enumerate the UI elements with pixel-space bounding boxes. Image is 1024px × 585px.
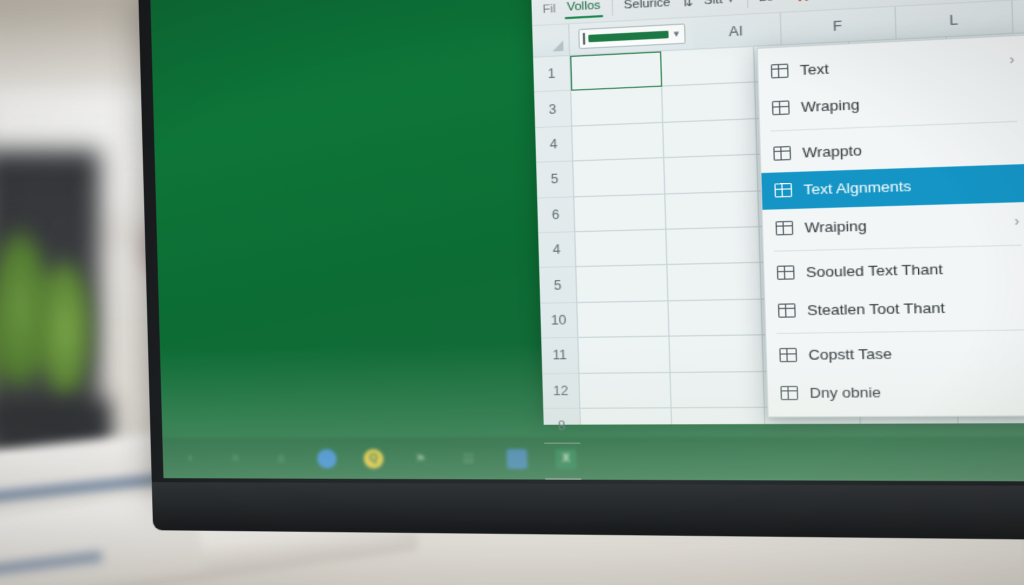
table-icon bbox=[772, 101, 790, 116]
text-cursor bbox=[583, 33, 585, 45]
table-icon bbox=[773, 146, 791, 161]
chevron-down-icon: ▼ bbox=[777, 0, 786, 2]
search-icon[interactable]: ○ bbox=[225, 449, 245, 468]
edge-browser-icon[interactable] bbox=[317, 449, 337, 468]
sitt-label: Sitt bbox=[704, 0, 723, 7]
mail-icon[interactable] bbox=[506, 448, 527, 468]
row-header[interactable]: 6 bbox=[537, 197, 574, 233]
table-icon bbox=[777, 266, 795, 280]
tab-vollos[interactable]: Vollos bbox=[567, 0, 601, 16]
menu-separator bbox=[777, 329, 1024, 334]
name-box-container: ▼ bbox=[569, 18, 692, 55]
menu-item[interactable]: Wraiping › bbox=[762, 202, 1024, 247]
clear-icon[interactable]: X bbox=[798, 0, 809, 4]
sitt-dropdown[interactable]: Sitt ▼ bbox=[704, 0, 736, 7]
size-value: 25 bbox=[759, 0, 774, 4]
menu-item-label: Wraiping bbox=[804, 217, 867, 235]
chevron-right-icon: › bbox=[1014, 214, 1019, 230]
folder-icon[interactable]: ⚑ bbox=[410, 449, 431, 469]
photo-scene: ‹ ○ ⌂ Q ⚑ ☷ X Setif ▼ bbox=[0, 0, 1024, 585]
name-box-value-bar bbox=[588, 31, 669, 43]
back-arrow-icon[interactable]: ‹ bbox=[180, 449, 199, 468]
menu-item[interactable]: Soouled Text Thant bbox=[764, 248, 1024, 292]
menu-item-label: Copstt Tase bbox=[808, 346, 892, 363]
menu-item-label: Soouled Text Thant bbox=[806, 261, 943, 280]
table-icon bbox=[778, 303, 796, 317]
column-header-ai[interactable]: AI bbox=[692, 13, 782, 49]
row-header[interactable]: 4 bbox=[538, 232, 575, 268]
home-icon[interactable]: ⌂ bbox=[271, 449, 291, 468]
table-icon bbox=[779, 348, 797, 362]
row-header[interactable]: 11 bbox=[541, 338, 578, 374]
spreadsheet-window: Setif ▼ (ã) ▼ 5) - etiers Gd ▼ Virap bbox=[531, 0, 1024, 425]
sort-icon[interactable]: ⇅ bbox=[681, 0, 692, 10]
column-header-d[interactable]: D bbox=[1013, 0, 1024, 33]
menu-item-label: Wraping bbox=[801, 97, 860, 116]
fill-button[interactable]: Fil bbox=[542, 3, 556, 16]
row-header[interactable]: 1 bbox=[533, 56, 570, 93]
table-icon bbox=[771, 63, 789, 78]
taskbar[interactable]: ‹ ○ ⌂ Q ⚑ ☷ X bbox=[162, 436, 1024, 481]
name-box-input[interactable]: ▼ bbox=[578, 23, 685, 49]
row-header[interactable]: 4 bbox=[535, 126, 572, 163]
column-header-l[interactable]: L bbox=[895, 1, 1014, 39]
table-icon bbox=[780, 386, 798, 400]
monitor-screen: ‹ ○ ⌂ Q ⚑ ☷ X Setif ▼ bbox=[150, 0, 1024, 482]
size-dropdown[interactable]: 25 ▼ bbox=[759, 0, 787, 4]
row-header[interactable]: 5 bbox=[539, 267, 576, 303]
ribbon-divider bbox=[746, 0, 748, 8]
menu-item-label: Dny obnie bbox=[809, 384, 881, 401]
menu-item[interactable]: Steatlen Toot Thant bbox=[765, 287, 1024, 330]
chevron-right-icon: › bbox=[1009, 52, 1014, 68]
menu-item[interactable]: Copstt Tase bbox=[766, 333, 1024, 374]
chrome-browser-icon[interactable]: Q bbox=[363, 449, 383, 469]
selected-cell[interactable] bbox=[570, 51, 662, 91]
menu-item[interactable]: Dny obnie bbox=[767, 372, 1024, 412]
app-icon[interactable]: ☷ bbox=[458, 448, 479, 468]
column-header-f[interactable]: F bbox=[781, 7, 896, 45]
menu-item-label: Wrappto bbox=[802, 142, 862, 161]
menu-item-label: Steatlen Toot Thant bbox=[807, 299, 945, 318]
ribbon-divider bbox=[611, 0, 613, 15]
extra-icon[interactable]: ⌵ bbox=[820, 0, 831, 2]
select-all-icon bbox=[552, 40, 563, 51]
row-header[interactable]: 3 bbox=[534, 91, 571, 128]
row-header[interactable]: 5 bbox=[536, 162, 573, 198]
row-header[interactable]: 12 bbox=[542, 373, 579, 409]
chevron-down-icon[interactable]: ▼ bbox=[672, 29, 681, 39]
context-dropdown-menu[interactable]: Text › Wraping Wrappto Text Algnments Wraipin… bbox=[757, 34, 1024, 417]
surface-button[interactable]: Selurice bbox=[624, 0, 671, 12]
table-icon bbox=[776, 221, 794, 236]
menu-item-label: Text Algnments bbox=[803, 178, 911, 198]
menu-item-label: Text bbox=[800, 60, 829, 78]
excel-icon[interactable]: X bbox=[555, 448, 576, 468]
table-icon bbox=[774, 183, 792, 198]
row-header[interactable]: 10 bbox=[540, 303, 577, 339]
chevron-down-icon: ▼ bbox=[726, 0, 735, 5]
monitor: ‹ ○ ⌂ Q ⚑ ☷ X Setif ▼ bbox=[138, 0, 1024, 491]
select-all-corner[interactable] bbox=[532, 24, 570, 56]
